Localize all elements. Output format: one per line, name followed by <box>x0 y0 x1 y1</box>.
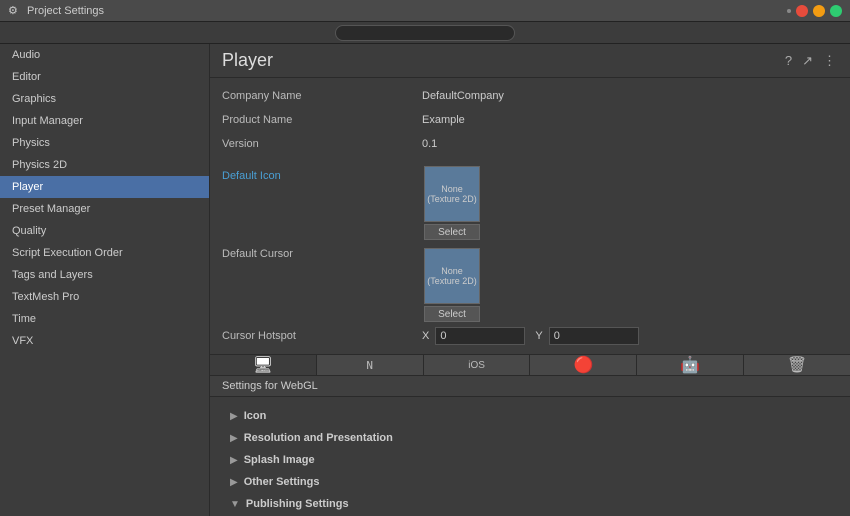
minimize-button[interactable] <box>813 5 825 17</box>
section-other[interactable]: ▶ Other Settings <box>210 471 850 493</box>
publishing-arrow: ▼ <box>230 499 240 510</box>
sidebar-item-editor[interactable]: Editor <box>0 66 209 88</box>
default-cursor-label: Default Cursor <box>222 248 293 260</box>
product-name-row: Product Name Example <box>222 110 838 130</box>
sidebar-item-physics[interactable]: Physics <box>0 132 209 154</box>
icon-label-area: Default Icon <box>222 166 422 190</box>
hotspot-y-input[interactable] <box>549 327 639 345</box>
cursor-section: Default Cursor None (Texture 2D) Select <box>210 248 850 330</box>
company-name-label: Company Name <box>222 90 422 102</box>
settings-icon: ⚙ <box>8 4 22 18</box>
search-bar <box>0 22 850 44</box>
webgl-icon: 🖥 <box>253 355 273 375</box>
tab-android2[interactable]: 🤖 <box>637 355 744 375</box>
content-header: Player ? ↗ ⋮ <box>210 44 850 78</box>
cursor-hotspot-row: Cursor Hotspot X Y <box>210 330 850 350</box>
hotspot-inputs: X Y <box>422 327 639 345</box>
cursor-select-button[interactable]: Select <box>424 306 480 322</box>
version-label: Version <box>222 138 422 150</box>
header-icons: ? ↗ ⋮ <box>783 51 838 71</box>
sidebar-item-tags-and-layers[interactable]: Tags and Layers <box>0 264 209 286</box>
y-label: Y <box>535 330 542 342</box>
section-icon[interactable]: ▶ Icon <box>210 405 850 427</box>
hotspot-x-input[interactable] <box>435 327 525 345</box>
company-name-row: Company Name DefaultCompany <box>222 86 838 106</box>
sidebar-item-time[interactable]: Time <box>0 308 209 330</box>
page-title: Player <box>222 50 273 71</box>
tab-ios[interactable]: iOS <box>424 355 531 375</box>
resolution-section-title: Resolution and Presentation <box>244 432 393 444</box>
ios-icon: iOS <box>468 360 485 371</box>
form-section: Company Name DefaultCompany Product Name… <box>210 78 850 166</box>
menu-icon[interactable]: ⋮ <box>821 51 838 71</box>
section-splash[interactable]: ▶ Splash Image <box>210 449 850 471</box>
icon-arrow: ▶ <box>230 411 238 422</box>
icon-preview-image: None (Texture 2D) <box>424 166 480 222</box>
window-dot <box>787 9 791 13</box>
sidebar-item-textmesh-pro[interactable]: TextMesh Pro <box>0 286 209 308</box>
cursor-preview-image: None (Texture 2D) <box>424 248 480 304</box>
sidebar-item-player[interactable]: Player <box>0 176 209 198</box>
settings-panel: ▶ Icon ▶ Resolution and Presentation ▶ S… <box>210 397 850 516</box>
platform-tabs: 🖥 N iOS 🔴 🤖 🗑 <box>210 354 850 376</box>
other-arrow: ▶ <box>230 477 238 488</box>
tab-webgl[interactable]: 🖥 <box>210 355 317 375</box>
tab-remove[interactable]: 🗑 <box>744 355 850 375</box>
splash-arrow: ▶ <box>230 455 238 466</box>
product-name-value: Example <box>422 114 465 126</box>
icon-select-button[interactable]: Select <box>424 224 480 240</box>
title-bar: ⚙ Project Settings <box>0 0 850 22</box>
title-bar-text: Project Settings <box>27 5 104 17</box>
cursor-hotspot-label: Cursor Hotspot <box>222 330 422 342</box>
settings-for-label: Settings for WebGL <box>210 376 850 397</box>
sidebar-item-input-manager[interactable]: Input Manager <box>0 110 209 132</box>
external-link-icon[interactable]: ↗ <box>800 51 815 71</box>
sidebar: AudioEditorGraphicsInput ManagerPhysicsP… <box>0 44 210 516</box>
tab-pc[interactable]: N <box>317 355 424 375</box>
android2-icon: 🤖 <box>680 355 700 375</box>
search-input[interactable] <box>335 25 515 41</box>
company-name-value: DefaultCompany <box>422 90 504 102</box>
sidebar-item-preset-manager[interactable]: Preset Manager <box>0 198 209 220</box>
content-area: Player ? ↗ ⋮ Company Name DefaultCompany… <box>210 44 850 516</box>
android-icon: 🔴 <box>573 355 593 375</box>
maximize-button[interactable] <box>830 5 842 17</box>
sidebar-item-vfx[interactable]: VFX <box>0 330 209 352</box>
icon-section: Default Icon None (Texture 2D) Select <box>210 166 850 248</box>
splash-section-title: Splash Image <box>244 454 315 466</box>
version-row: Version 0.1 <box>222 134 838 154</box>
cursor-preview-box: None (Texture 2D) Select <box>422 248 482 322</box>
sidebar-item-quality[interactable]: Quality <box>0 220 209 242</box>
sidebar-item-script-execution-order[interactable]: Script Execution Order <box>0 242 209 264</box>
other-section-title: Other Settings <box>244 476 320 488</box>
tab-android[interactable]: 🔴 <box>530 355 637 375</box>
help-icon[interactable]: ? <box>783 51 794 70</box>
x-label: X <box>422 330 429 342</box>
section-resolution[interactable]: ▶ Resolution and Presentation <box>210 427 850 449</box>
close-button[interactable] <box>796 5 808 17</box>
product-name-label: Product Name <box>222 114 422 126</box>
sidebar-item-physics-2d[interactable]: Physics 2D <box>0 154 209 176</box>
pc-icon: N <box>366 359 373 372</box>
sidebar-item-audio[interactable]: Audio <box>0 44 209 66</box>
icon-preview-box: None (Texture 2D) Select <box>422 166 482 240</box>
resolution-arrow: ▶ <box>230 433 238 444</box>
main-layout: AudioEditorGraphicsInput ManagerPhysicsP… <box>0 44 850 516</box>
window-controls <box>787 5 842 17</box>
section-publishing[interactable]: ▼ Publishing Settings <box>210 493 850 515</box>
version-value: 0.1 <box>422 138 437 150</box>
publishing-section-title: Publishing Settings <box>246 498 349 510</box>
sidebar-item-graphics[interactable]: Graphics <box>0 88 209 110</box>
remove-icon: 🗑 <box>787 355 807 375</box>
default-icon-link[interactable]: Default Icon <box>222 170 422 182</box>
icon-section-title: Icon <box>244 410 267 422</box>
cursor-label-area: Default Cursor <box>222 248 422 260</box>
